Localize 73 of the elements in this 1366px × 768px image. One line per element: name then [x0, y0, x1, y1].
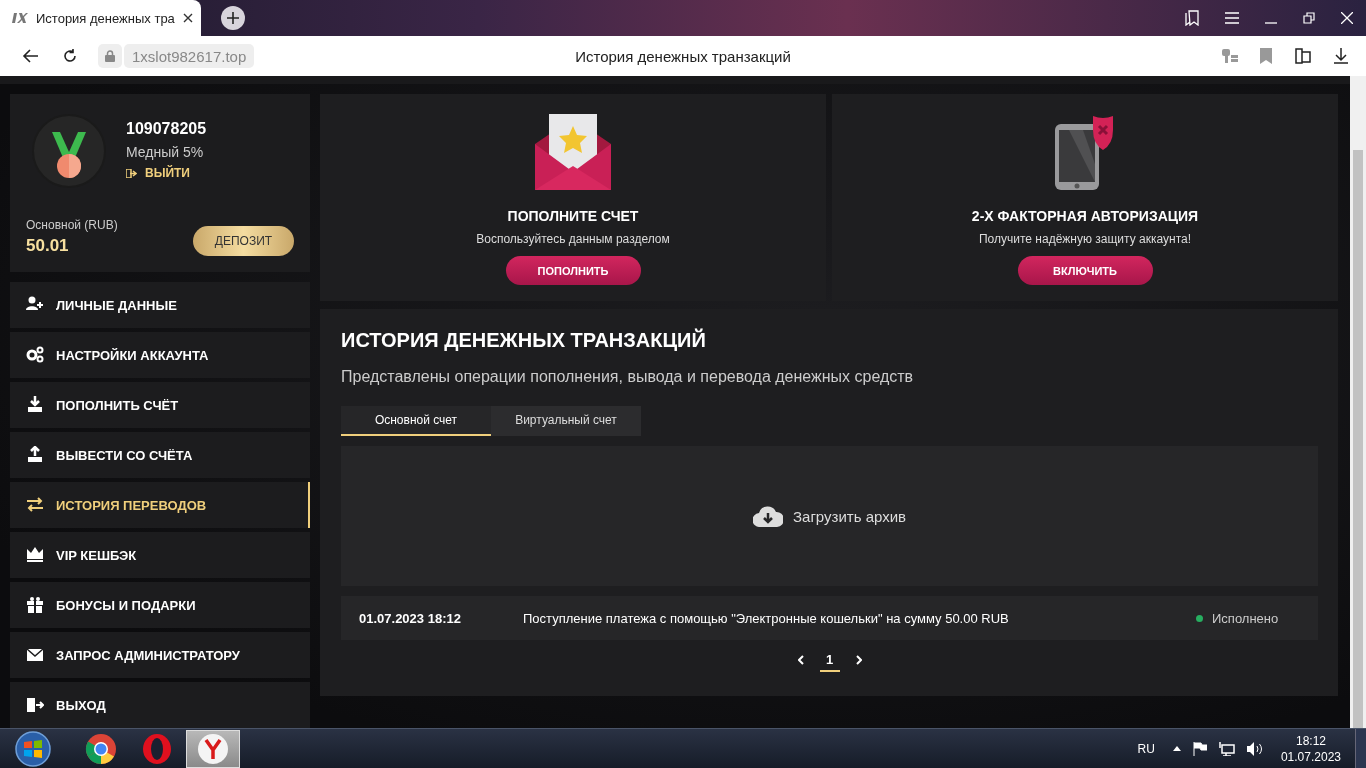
network-icon[interactable]: [1218, 741, 1235, 756]
menu-icon[interactable]: [1225, 12, 1239, 24]
crown-icon: [26, 546, 44, 564]
cloud-download-icon: [753, 505, 783, 527]
upload-icon: [26, 446, 44, 464]
opera-icon: [141, 732, 173, 765]
volume-icon[interactable]: [1246, 741, 1263, 756]
taskbar-app[interactable]: [186, 729, 240, 768]
logout-link[interactable]: ВЫЙТИ: [126, 166, 207, 180]
sidebar-item[interactable]: ИСТОРИЯ ПЕРЕВОДОВ: [10, 482, 310, 528]
new-tab-button[interactable]: [220, 6, 245, 30]
deposit-button[interactable]: ДЕПОЗИТ: [193, 226, 294, 256]
account-tab[interactable]: Основной счет: [341, 406, 491, 436]
bookmark-icon[interactable]: [1260, 48, 1272, 64]
promo-text: Получите надёжную защиту аккаунта!: [979, 232, 1191, 246]
plus-icon: [226, 12, 239, 24]
tray-arrow-icon[interactable]: [1172, 746, 1181, 751]
gears-icon: [26, 346, 44, 364]
balance-value: 50.01: [26, 236, 70, 256]
close-icon[interactable]: [182, 13, 193, 23]
promo-title: 2-Х ФАКТОРНАЯ АВТОРИЗАЦИЯ: [971, 208, 1199, 224]
flag-icon[interactable]: [1192, 741, 1207, 756]
yandex-browser-icon: [197, 732, 229, 765]
page-number[interactable]: 1: [819, 648, 840, 672]
restore-icon[interactable]: [1303, 12, 1315, 24]
archive-button[interactable]: Загрузить архив: [747, 504, 912, 528]
account-level: Медный 5%: [126, 144, 205, 160]
clock[interactable]: 18:12 01.07.2023: [1280, 732, 1341, 765]
transaction-status: Исполнено: [1212, 610, 1279, 626]
favicon-icon: [12, 13, 28, 23]
language-indicator[interactable]: RU: [1137, 741, 1155, 756]
promo-button[interactable]: ВКЛЮЧИТЬ: [1017, 256, 1153, 285]
sidebar-item[interactable]: VIP КЕШБЭК: [10, 532, 310, 578]
page-title: История денежных транзакций: [575, 47, 791, 65]
section-subtitle: Представлены операции пополнения, вывода и перевода денежных средств: [341, 368, 915, 386]
exit-icon: [26, 696, 44, 714]
chevron-right-icon[interactable]: [855, 655, 862, 665]
account-id: 109078205: [126, 120, 207, 138]
chevron-left-icon[interactable]: [797, 655, 804, 665]
bookmarks-icon[interactable]: [1185, 10, 1199, 26]
gift-icon: [26, 596, 44, 614]
scrollbar-thumb[interactable]: [1353, 150, 1363, 728]
medal-icon: [32, 114, 106, 188]
clock-time: 18:12: [1295, 732, 1326, 749]
back-icon[interactable]: [22, 49, 38, 63]
envelope-star-icon: [535, 114, 611, 190]
clock-date: 01.07.2023: [1280, 748, 1341, 765]
lock-icon[interactable]: [98, 44, 122, 68]
envelope-icon: [26, 646, 44, 664]
promo-text: Воспользуйтесь данным разделом: [476, 232, 670, 246]
download-icon[interactable]: [1334, 48, 1348, 64]
promo-button[interactable]: ПОПОЛНИТЬ: [505, 256, 641, 285]
account-tab[interactable]: Виртуальный счет: [491, 406, 641, 436]
balance-label: Основной (RUB): [26, 218, 118, 232]
section-title: ИСТОРИЯ ДЕНЕЖНЫХ ТРАНЗАКЦИЙ: [341, 329, 707, 352]
chrome-icon: [85, 732, 117, 765]
exit-icon: [126, 168, 137, 178]
key-icon[interactable]: [1222, 49, 1238, 63]
sidebar-item[interactable]: ПОПОЛНИТЬ СЧЁТ: [10, 382, 310, 428]
arrows-icon: [26, 496, 44, 514]
browser-tab[interactable]: История денежных тра: [0, 0, 201, 36]
sidebar-item[interactable]: ВЫВЕСТИ СО СЧЁТА: [10, 432, 310, 478]
download-icon: [26, 396, 44, 414]
reload-icon[interactable]: [62, 48, 78, 64]
tab-title: История денежных тра: [36, 10, 175, 26]
sidebar-item[interactable]: ЛИЧНЫЕ ДАННЫЕ: [10, 282, 310, 328]
sidebar-item[interactable]: ВЫХОД: [10, 682, 310, 728]
sidebar-item[interactable]: НАСТРОЙКИ АККАУНТА: [10, 332, 310, 378]
promo-title: ПОПОЛНИТЕ СЧЕТ: [507, 208, 639, 224]
transaction-date: 01.07.2023 18:12: [359, 610, 462, 626]
sidebar-item[interactable]: БОНУСЫ И ПОДАРКИ: [10, 582, 310, 628]
transaction-description: Поступление платежа с помощью "Электронные кошельки" на сумму 50.00 RUB: [523, 610, 1010, 626]
sidebar-item[interactable]: ЗАПРОС АДМИНИСТРАТОРУ: [10, 632, 310, 678]
